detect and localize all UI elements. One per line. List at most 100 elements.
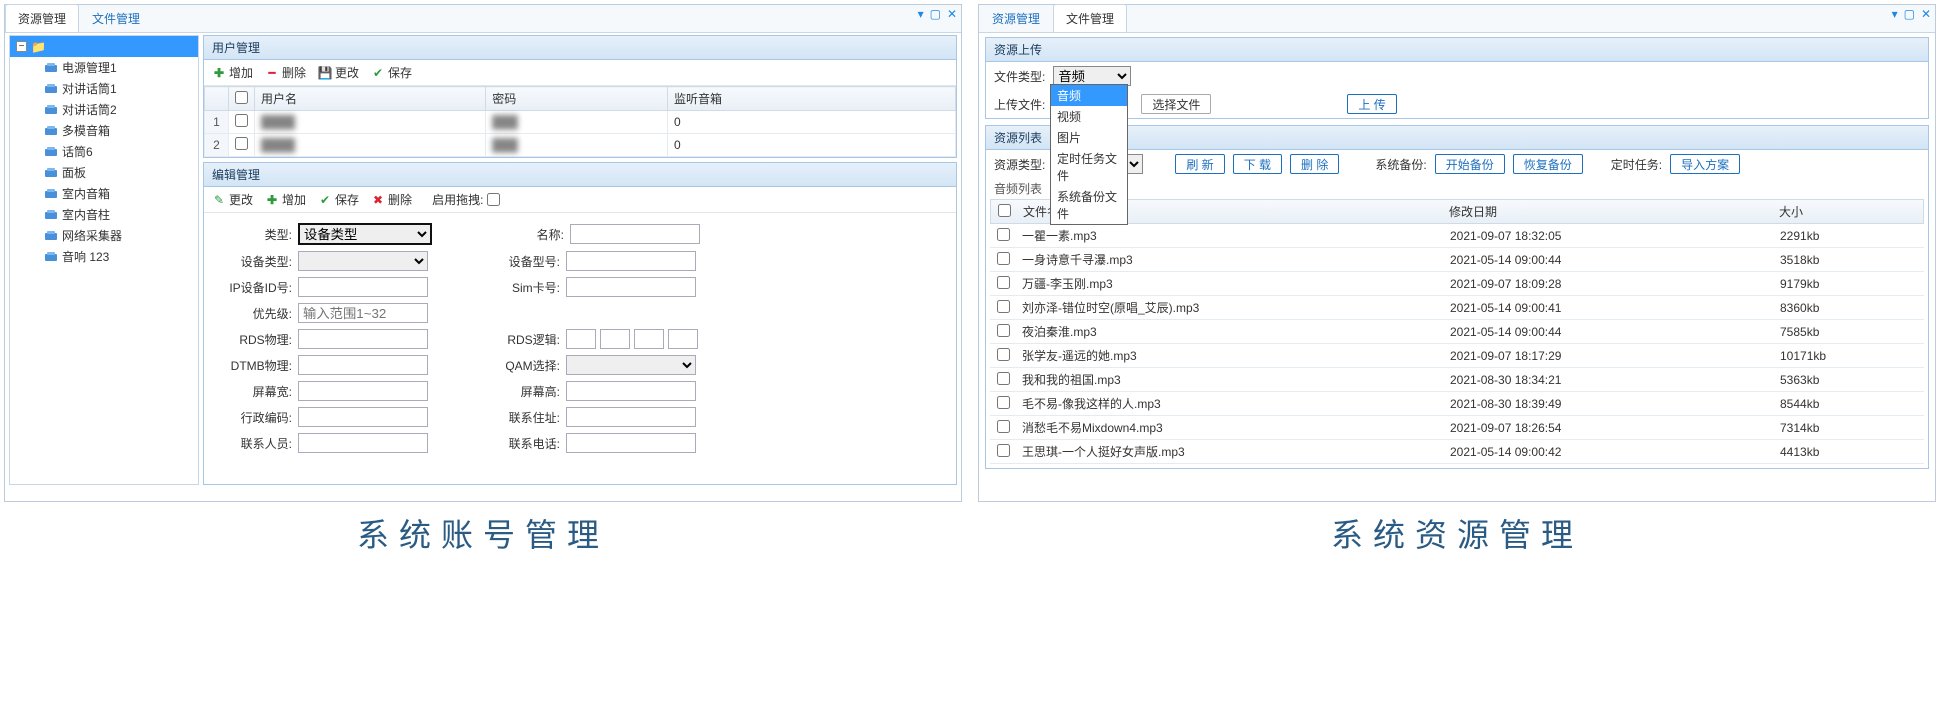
check-icon: ✔: [318, 193, 332, 207]
dropdown-option[interactable]: 图片: [1051, 127, 1127, 148]
refresh-button[interactable]: 刷 新: [1175, 154, 1224, 174]
list-item[interactable]: 一瞿一素.mp32021-09-07 18:32:052291kb: [990, 224, 1924, 248]
tab-file-mgmt-r[interactable]: 文件管理: [1053, 4, 1127, 32]
add2-button[interactable]: ✚增加: [265, 191, 306, 208]
qam-select[interactable]: [566, 355, 696, 375]
device-icon: [44, 230, 58, 242]
table-row[interactable]: 2███████0: [205, 134, 956, 157]
dropdown-option[interactable]: 视频: [1051, 106, 1127, 127]
tree-root[interactable]: − 📁: [10, 36, 198, 57]
sim-input[interactable]: [566, 277, 696, 297]
phone-input[interactable]: [566, 433, 696, 453]
add-button[interactable]: ✚增加: [212, 64, 253, 81]
rdslog-input-2[interactable]: [600, 329, 630, 349]
ipid-input[interactable]: [298, 277, 428, 297]
list-item[interactable]: 消愁毛不易Mixdown4.mp32021-09-07 18:26:547314…: [990, 416, 1924, 440]
contact-input[interactable]: [298, 433, 428, 453]
minimize-icon[interactable]: ▾: [1892, 7, 1898, 21]
dtmb-input[interactable]: [298, 355, 428, 375]
file-date: 2021-08-30 18:39:49: [1444, 394, 1774, 414]
list-item[interactable]: 万疆-李玉刚.mp32021-09-07 18:09:289179kb: [990, 272, 1924, 296]
download-button[interactable]: 下 载: [1233, 154, 1282, 174]
tab-resource-mgmt[interactable]: 资源管理: [5, 4, 79, 32]
tree-item[interactable]: 电源管理1: [10, 57, 198, 78]
x-icon: ✖: [371, 193, 385, 207]
list-item[interactable]: 我和我的祖国.mp32021-08-30 18:34:215363kb: [990, 368, 1924, 392]
check-all-files[interactable]: [998, 204, 1011, 217]
delete-button[interactable]: ━删除: [265, 64, 306, 81]
type-select[interactable]: 设备类型: [298, 223, 432, 245]
upload-button[interactable]: 上 传: [1347, 94, 1396, 114]
file-check[interactable]: [997, 276, 1010, 289]
list-item[interactable]: 刘亦泽-错位时空(原唱_艾辰).mp32021-05-14 09:00:4183…: [990, 296, 1924, 320]
import-button[interactable]: 导入方案: [1670, 154, 1740, 174]
edit2-button[interactable]: ✎更改: [212, 191, 253, 208]
list-item[interactable]: 一身诗意千寻瀑.mp32021-05-14 09:00:443518kb: [990, 248, 1924, 272]
rdslog-input-3[interactable]: [634, 329, 664, 349]
name-input[interactable]: [570, 224, 700, 244]
devtype-select[interactable]: [298, 251, 428, 271]
tree-item[interactable]: 网络采集器: [10, 225, 198, 246]
tree-item[interactable]: 室内音箱: [10, 183, 198, 204]
file-check[interactable]: [997, 324, 1010, 337]
list-item[interactable]: 毛不易-像我这样的人.mp32021-08-30 18:39:498544kb: [990, 392, 1924, 416]
list-item[interactable]: 王思琪-一个人挺好女声版.mp32021-05-14 09:00:424413k…: [990, 440, 1924, 464]
rdslog-input-4[interactable]: [668, 329, 698, 349]
maximize-icon[interactable]: ▢: [930, 7, 941, 21]
ipid-label: IP设备ID号:: [220, 279, 298, 296]
save-button[interactable]: ✔保存: [371, 64, 412, 81]
tree-item[interactable]: 对讲话筒2: [10, 99, 198, 120]
devmodel-input[interactable]: [566, 251, 696, 271]
row-check[interactable]: [235, 137, 248, 150]
list-item[interactable]: 夜泊秦淮.mp32021-05-14 09:00:447585kb: [990, 320, 1924, 344]
file-check[interactable]: [997, 420, 1010, 433]
tree-item[interactable]: 室内音柱: [10, 204, 198, 225]
list-item[interactable]: 张学友-遥远的她.mp32021-09-07 18:17:2910171kb: [990, 344, 1924, 368]
tree-item[interactable]: 面板: [10, 162, 198, 183]
file-table-header: 文件名称 修改日期 大小: [990, 199, 1924, 224]
admincode-input[interactable]: [298, 407, 428, 427]
priority-input[interactable]: [298, 303, 428, 323]
tree-item[interactable]: 音响 123: [10, 246, 198, 267]
file-check[interactable]: [997, 348, 1010, 361]
rdslog-input-1[interactable]: [566, 329, 596, 349]
minimize-icon[interactable]: ▾: [918, 7, 924, 21]
rdsphy-input[interactable]: [298, 329, 428, 349]
close-icon[interactable]: ✕: [947, 7, 957, 21]
dropdown-option[interactable]: 音频: [1051, 85, 1127, 106]
file-check[interactable]: [997, 252, 1010, 265]
close-icon[interactable]: ✕: [1921, 7, 1931, 21]
file-check[interactable]: [997, 300, 1010, 313]
file-check[interactable]: [997, 372, 1010, 385]
dropdown-option[interactable]: 定时任务文件: [1051, 148, 1127, 186]
addr-input[interactable]: [566, 407, 696, 427]
maximize-icon[interactable]: ▢: [1904, 7, 1915, 21]
delete-button[interactable]: 删 除: [1290, 154, 1339, 174]
table-row[interactable]: 1███████0: [205, 111, 956, 134]
file-check[interactable]: [997, 228, 1010, 241]
file-date: 2021-09-07 18:32:05: [1444, 226, 1774, 246]
scrw-input[interactable]: [298, 381, 428, 401]
file-check[interactable]: [997, 396, 1010, 409]
edit-button[interactable]: 💾更改: [318, 64, 359, 81]
tree-item[interactable]: 多模音箱: [10, 120, 198, 141]
row-check[interactable]: [235, 114, 248, 127]
restore-backup-button[interactable]: 恢复备份: [1513, 154, 1583, 174]
scrh-input[interactable]: [566, 381, 696, 401]
filetype-select[interactable]: 音频: [1053, 66, 1131, 86]
dropdown-option[interactable]: 系统备份文件: [1051, 186, 1127, 224]
collapse-icon[interactable]: −: [16, 41, 27, 52]
start-backup-button[interactable]: 开始备份: [1435, 154, 1505, 174]
choose-file-button[interactable]: 选择文件: [1141, 94, 1211, 114]
delete2-button[interactable]: ✖删除: [371, 191, 412, 208]
plus-icon: ✚: [212, 66, 226, 80]
tab-resource-mgmt-r[interactable]: 资源管理: [979, 4, 1053, 32]
check-all[interactable]: [235, 91, 248, 104]
drag-checkbox[interactable]: [487, 193, 500, 206]
tab-file-mgmt[interactable]: 文件管理: [79, 4, 153, 32]
save2-button[interactable]: ✔保存: [318, 191, 359, 208]
file-size: 8360kb: [1774, 298, 1924, 318]
file-check[interactable]: [997, 444, 1010, 457]
tree-item[interactable]: 对讲话筒1: [10, 78, 198, 99]
tree-item[interactable]: 话筒6: [10, 141, 198, 162]
